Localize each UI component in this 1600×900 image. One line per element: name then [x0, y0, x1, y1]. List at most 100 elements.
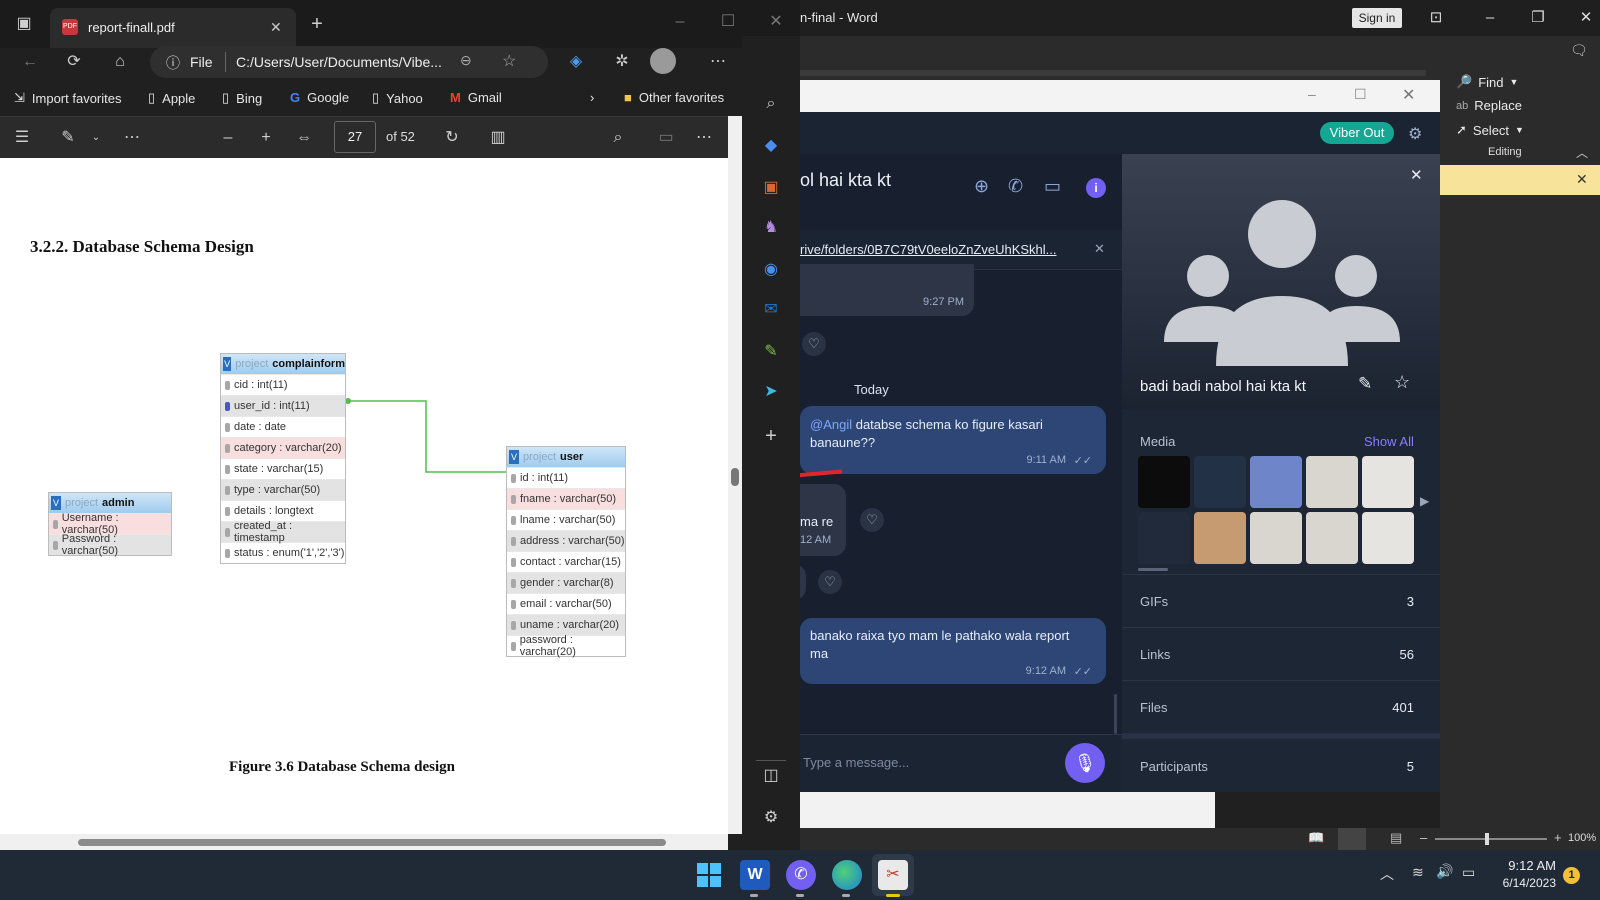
media-thumbnail[interactable]: [1194, 456, 1246, 508]
next-media-chevron-icon[interactable]: ▶: [1420, 494, 1429, 508]
minimize-icon[interactable]: –: [1308, 86, 1316, 102]
like-heart-icon[interactable]: ♡: [818, 570, 842, 594]
settings-gear-icon[interactable]: ⚙: [759, 806, 783, 830]
stat-participants[interactable]: Participants 5: [1122, 740, 1440, 792]
extensions-puzzle-icon[interactable]: ✲: [610, 50, 634, 74]
stat-links[interactable]: Links 56: [1122, 627, 1440, 680]
outlook-icon[interactable]: ✉: [759, 298, 783, 322]
chevron-down-icon[interactable]: ⌄: [84, 126, 108, 150]
scroll-thumb[interactable]: [731, 468, 739, 486]
favorite-yahoo[interactable]: ▯ Yahoo: [372, 90, 423, 106]
chat-info-icon[interactable]: i: [1086, 178, 1106, 198]
close-icon[interactable]: ✕: [1410, 166, 1423, 184]
print-layout-button[interactable]: [1338, 828, 1366, 850]
zoom-in-icon[interactable]: +: [254, 126, 278, 150]
zoom-out-button[interactable]: –: [1420, 830, 1427, 845]
media-thumbnail[interactable]: [1250, 512, 1302, 564]
search-icon[interactable]: ⌕: [606, 126, 630, 150]
volume-icon[interactable]: 🔊: [1436, 863, 1453, 880]
m365-icon[interactable]: ◉: [759, 258, 783, 282]
favorite-star-icon[interactable]: ☆: [502, 51, 516, 71]
stat-files[interactable]: Files 401: [1122, 680, 1440, 733]
message-bubble-incoming[interactable]: 9:27 PM: [800, 264, 974, 316]
info-icon[interactable]: ⓘ: [166, 53, 180, 73]
favorite-apple[interactable]: ▯ Apple: [148, 90, 195, 106]
save-icon[interactable]: ▭: [654, 126, 678, 150]
tab-actions-icon[interactable]: ▣: [12, 12, 36, 36]
tab-report-pdf[interactable]: PDF report-finall.pdf ✕: [50, 8, 296, 48]
comments-icon[interactable]: 🗨: [1570, 42, 1590, 62]
web-layout-icon[interactable]: ▤: [1390, 830, 1402, 846]
rotate-icon[interactable]: ↻: [440, 126, 464, 150]
find-button[interactable]: 🔎 Find ▼: [1456, 74, 1518, 90]
zoom-in-button[interactable]: +: [1554, 830, 1562, 845]
zoom-icon[interactable]: ⊖: [460, 52, 472, 69]
more-tools-icon[interactable]: ⋯: [120, 126, 144, 150]
wifi-icon[interactable]: ≋: [1412, 864, 1424, 881]
message-bubble-incoming[interactable]: ma re 12 AM: [800, 484, 846, 556]
media-thumbnail[interactable]: [1138, 512, 1190, 564]
refresh-icon[interactable]: ⟳: [62, 50, 86, 74]
message-bubble-outgoing[interactable]: banako raixa tyo mam le pathako wala rep…: [800, 618, 1106, 684]
video-call-icon[interactable]: ▭: [1044, 176, 1061, 197]
maximize-icon[interactable]: ☐: [716, 10, 740, 34]
page-number-input[interactable]: 27: [334, 121, 376, 153]
ribbon-display-icon[interactable]: ⊡: [1426, 8, 1446, 28]
zoom-out-icon[interactable]: –: [216, 126, 240, 150]
voice-call-icon[interactable]: ✆: [1008, 176, 1023, 197]
favorite-google[interactable]: G Google: [290, 90, 349, 105]
add-participant-icon[interactable]: ⊕: [974, 176, 989, 197]
settings-gear-icon[interactable]: ⚙: [1408, 124, 1422, 144]
new-tab-icon[interactable]: +: [305, 12, 329, 36]
send-icon[interactable]: ➤: [759, 380, 783, 404]
media-thumbnail[interactable]: [1138, 456, 1190, 508]
fit-page-icon[interactable]: ⇔: [292, 126, 316, 150]
shopping-tag-icon[interactable]: ◆: [759, 134, 783, 158]
chat-scrollbar[interactable]: [1114, 694, 1117, 734]
microphone-button[interactable]: 🎙: [1065, 743, 1105, 783]
games-icon[interactable]: ♞: [759, 216, 783, 240]
media-thumbnail[interactable]: [1362, 512, 1414, 564]
extension-icon[interactable]: ◈: [564, 50, 588, 74]
viber-app-icon[interactable]: ✆: [786, 860, 816, 890]
mention[interactable]: @Angil: [810, 417, 852, 432]
like-heart-icon[interactable]: ♡: [860, 508, 884, 532]
close-icon[interactable]: ✕: [1576, 8, 1596, 28]
scroll-thumb[interactable]: [78, 839, 666, 846]
tools-icon[interactable]: ▣: [759, 176, 783, 200]
zoom-level[interactable]: 100%: [1568, 832, 1596, 844]
split-screen-icon[interactable]: ◫: [759, 764, 783, 788]
message-bubble-outgoing[interactable]: @Angil databse schema ko figure kasari b…: [800, 406, 1106, 474]
clock-time[interactable]: 9:12 AM: [1492, 858, 1556, 873]
favorite-bing[interactable]: ▯ Bing: [222, 90, 262, 106]
show-all-link[interactable]: Show All: [1364, 434, 1414, 449]
snipping-tool-icon[interactable]: ✂: [878, 860, 908, 890]
chevron-up-icon[interactable]: ︿: [1380, 864, 1394, 884]
edit-pencil-icon[interactable]: ✎: [1358, 374, 1372, 394]
select-button[interactable]: ➚ Select ▼: [1456, 122, 1524, 138]
maximize-icon[interactable]: ☐: [1354, 86, 1367, 103]
horizontal-scrollbar[interactable]: [0, 834, 728, 850]
message-input[interactable]: Type a message...: [803, 755, 909, 770]
restore-icon[interactable]: ❐: [1528, 8, 1548, 28]
media-thumbnail[interactable]: [1362, 456, 1414, 508]
media-thumbnail[interactable]: [1194, 512, 1246, 564]
clock-date[interactable]: 6/14/2023: [1492, 876, 1556, 890]
zoom-slider[interactable]: [1435, 833, 1547, 845]
stat-gifs[interactable]: GIFs 3: [1122, 574, 1440, 627]
search-icon[interactable]: ⌕: [759, 92, 783, 116]
page-view-icon[interactable]: ▥: [486, 126, 510, 150]
designer-icon[interactable]: ✎: [759, 340, 783, 364]
viber-out-button[interactable]: Viber Out: [1320, 122, 1394, 144]
minimize-icon[interactable]: –: [1480, 8, 1500, 28]
vertical-scrollbar[interactable]: [728, 116, 742, 834]
other-favorites-folder[interactable]: ■ Other favorites: [624, 90, 724, 105]
close-icon[interactable]: ✕: [1094, 241, 1105, 257]
highlight-icon[interactable]: ✎: [56, 126, 80, 150]
more-icon[interactable]: ⋯: [706, 50, 730, 74]
address-bar[interactable]: ⓘ File C:/Users/User/Documents/Vibe... ⊖…: [150, 46, 548, 78]
close-tab-icon[interactable]: ✕: [270, 19, 282, 36]
minimize-icon[interactable]: –: [668, 10, 692, 34]
zoom-slider-thumb[interactable]: [1485, 833, 1489, 845]
add-icon[interactable]: +: [759, 424, 783, 448]
